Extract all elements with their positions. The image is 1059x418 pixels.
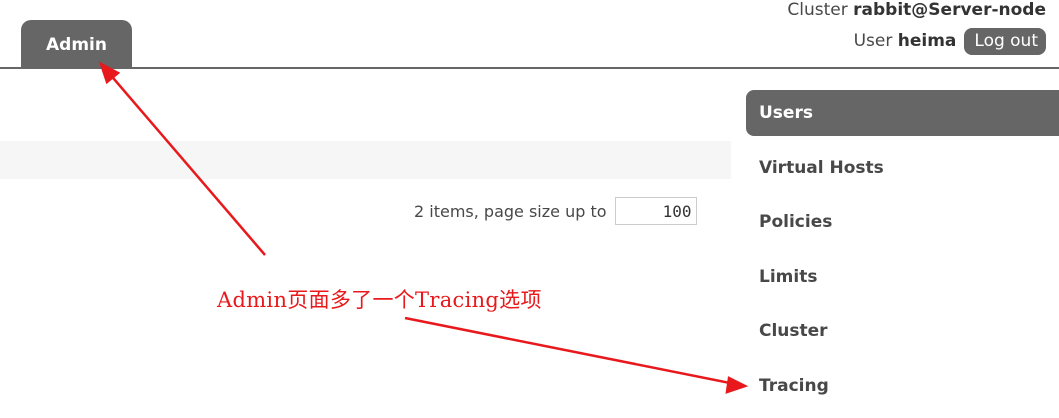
annotation-text: Admin页面多了一个Tracing选项 <box>217 288 542 312</box>
arrow-to-tracing <box>404 316 736 386</box>
arrow-to-admin-tab <box>107 71 266 256</box>
arrow-head-tracing-icon <box>725 376 749 394</box>
annotation-arrows <box>98 61 749 394</box>
